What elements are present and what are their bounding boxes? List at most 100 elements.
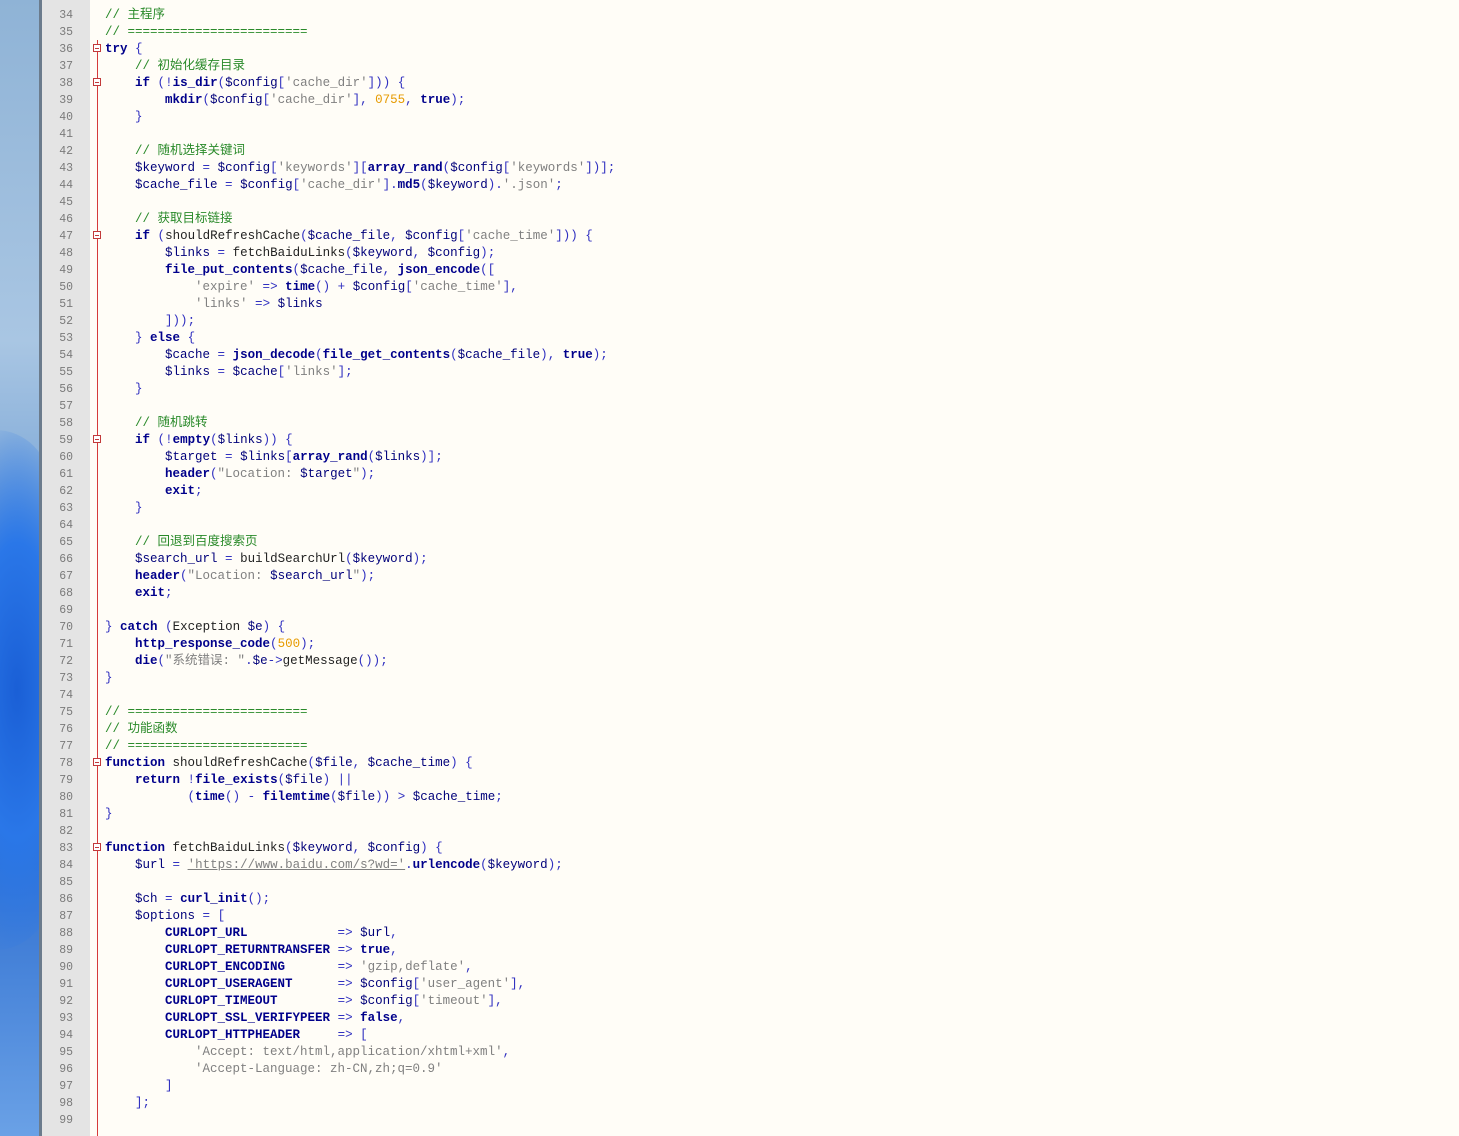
code-text[interactable]: $url = 'https://www.baidu.com/s?wd='.url… (105, 857, 563, 874)
code-text[interactable]: mkdir($config['cache_dir'], 0755, true); (105, 92, 465, 109)
code-text[interactable]: header("Location: $target"); (105, 466, 375, 483)
code-text[interactable]: // ======================== (105, 24, 308, 41)
code-text[interactable]: file_put_contents($cache_file, json_enco… (105, 262, 495, 279)
code-line[interactable]: 75 // ======================== (0, 704, 1459, 721)
code-text[interactable]: 'Accept-Language: zh-CN,zh;q=0.9' (105, 1061, 443, 1078)
code-line[interactable]: 78 function shouldRefreshCache($file, $ca… (0, 755, 1459, 772)
code-text[interactable]: function shouldRefreshCache($file, $cach… (105, 755, 473, 772)
code-text[interactable]: // 回退到百度搜索页 (105, 534, 258, 551)
code-line[interactable]: 94 CURLOPT_HTTPHEADER => [ (0, 1027, 1459, 1044)
code-text[interactable]: function fetchBaiduLinks($keyword, $conf… (105, 840, 443, 857)
code-text[interactable]: } (105, 670, 113, 687)
code-line[interactable]: 43 $keyword = $config['keywords'][array_… (0, 160, 1459, 177)
code-line[interactable]: 34 // 主程序 (0, 7, 1459, 24)
code-line[interactable]: 64 (0, 517, 1459, 534)
code-text[interactable]: $options = [ (105, 908, 225, 925)
code-line[interactable]: 62 exit; (0, 483, 1459, 500)
code-text[interactable]: } (105, 500, 143, 517)
code-line[interactable]: 95 'Accept: text/html,application/xhtml+… (0, 1044, 1459, 1061)
code-text[interactable]: } catch (Exception $e) { (105, 619, 285, 636)
code-line[interactable]: 60 $target = $links[array_rand($links)]; (0, 449, 1459, 466)
code-text[interactable]: header("Location: $search_url"); (105, 568, 375, 585)
code-line[interactable]: 44 $cache_file = $config['cache_dir'].md… (0, 177, 1459, 194)
fold-toggle-icon[interactable] (93, 843, 101, 851)
code-line[interactable]: 88 CURLOPT_URL => $url, (0, 925, 1459, 942)
code-line[interactable]: 39 mkdir($config['cache_dir'], 0755, tru… (0, 92, 1459, 109)
code-text[interactable]: $ch = curl_init(); (105, 891, 270, 908)
code-text[interactable]: // 随机跳转 (105, 415, 208, 432)
code-text[interactable]: $cache = json_decode(file_get_contents($… (105, 347, 608, 364)
code-text[interactable]: (time() - filemtime($file)) > $cache_tim… (105, 789, 503, 806)
code-text[interactable]: // 随机选择关键词 (105, 143, 245, 160)
code-text[interactable]: // 主程序 (105, 7, 165, 24)
code-text[interactable]: CURLOPT_ENCODING => 'gzip,deflate', (105, 959, 473, 976)
code-line[interactable]: 80 (time() - filemtime($file)) > $cache_… (0, 789, 1459, 806)
code-line[interactable]: 77 // ======================== (0, 738, 1459, 755)
code-line[interactable]: 72 die("系统错误: ".$e->getMessage()); (0, 653, 1459, 670)
code-line[interactable]: 56 } (0, 381, 1459, 398)
code-line[interactable]: 53 } else { (0, 330, 1459, 347)
code-text[interactable]: // 功能函数 (105, 721, 178, 738)
code-line[interactable]: 96 'Accept-Language: zh-CN,zh;q=0.9' (0, 1061, 1459, 1078)
code-line[interactable]: 55 $links = $cache['links']; (0, 364, 1459, 381)
code-line[interactable]: 58 // 随机跳转 (0, 415, 1459, 432)
code-line[interactable]: 41 (0, 126, 1459, 143)
code-text[interactable]: return !file_exists($file) || (105, 772, 353, 789)
code-line[interactable]: 42 // 随机选择关键词 (0, 143, 1459, 160)
fold-toggle-icon[interactable] (93, 231, 101, 239)
code-editor[interactable]: 34 // 主程序 35 // ======================== 36 t… (0, 0, 1459, 1136)
code-line[interactable]: 59 if (!empty($links)) { (0, 432, 1459, 449)
code-text[interactable]: CURLOPT_TIMEOUT => $config['timeout'], (105, 993, 503, 1010)
code-line[interactable]: 68 exit; (0, 585, 1459, 602)
code-line[interactable]: 65 // 回退到百度搜索页 (0, 534, 1459, 551)
code-text[interactable]: // ======================== (105, 704, 308, 721)
code-line[interactable]: 36 try { (0, 41, 1459, 58)
code-text[interactable]: 'links' => $links (105, 296, 323, 313)
code-line[interactable]: 84 $url = 'https://www.baidu.com/s?wd='.… (0, 857, 1459, 874)
code-text[interactable]: } else { (105, 330, 195, 347)
fold-toggle-icon[interactable] (93, 758, 101, 766)
code-text[interactable]: // ======================== (105, 738, 308, 755)
code-text[interactable]: if (shouldRefreshCache($cache_file, $con… (105, 228, 593, 245)
code-text[interactable]: 'expire' => time() + $config['cache_time… (105, 279, 518, 296)
code-text[interactable]: if (!empty($links)) { (105, 432, 293, 449)
fold-toggle-icon[interactable] (93, 435, 101, 443)
code-line[interactable]: 91 CURLOPT_USERAGENT => $config['user_ag… (0, 976, 1459, 993)
code-line[interactable]: 40 } (0, 109, 1459, 126)
fold-toggle-icon[interactable] (93, 44, 101, 52)
code-line[interactable]: 81} (0, 806, 1459, 823)
code-text[interactable]: ] (105, 1078, 173, 1095)
code-text[interactable]: $links = fetchBaiduLinks($keyword, $conf… (105, 245, 495, 262)
code-text[interactable]: CURLOPT_RETURNTRANSFER => true, (105, 942, 398, 959)
code-line[interactable]: 93 CURLOPT_SSL_VERIFYPEER => false, (0, 1010, 1459, 1027)
code-line[interactable]: 51 'links' => $links (0, 296, 1459, 313)
code-line[interactable]: 47 if (shouldRefreshCache($cache_file, $… (0, 228, 1459, 245)
code-text[interactable]: } (105, 381, 143, 398)
code-line[interactable]: 70} catch (Exception $e) { (0, 619, 1459, 636)
code-line[interactable]: 86 $ch = curl_init(); (0, 891, 1459, 908)
code-line[interactable]: 90 CURLOPT_ENCODING => 'gzip,deflate', (0, 959, 1459, 976)
code-text[interactable]: 'Accept: text/html,application/xhtml+xml… (105, 1044, 510, 1061)
code-line[interactable]: 52 ])); (0, 313, 1459, 330)
code-line[interactable]: 46 // 获取目标链接 (0, 211, 1459, 228)
code-text[interactable]: $cache_file = $config['cache_dir'].md5($… (105, 177, 563, 194)
code-text[interactable]: } (105, 806, 113, 823)
code-text[interactable]: } (105, 109, 143, 126)
code-line[interactable]: 82 (0, 823, 1459, 840)
code-text[interactable]: http_response_code(500); (105, 636, 315, 653)
code-line[interactable]: 89 CURLOPT_RETURNTRANSFER => true, (0, 942, 1459, 959)
code-line[interactable]: 69 (0, 602, 1459, 619)
code-text[interactable]: // 初始化缓存目录 (105, 58, 245, 75)
code-line[interactable]: 49 file_put_contents($cache_file, json_e… (0, 262, 1459, 279)
code-line[interactable]: 67 header("Location: $search_url"); (0, 568, 1459, 585)
code-text[interactable]: die("系统错误: ".$e->getMessage()); (105, 653, 388, 670)
code-text[interactable]: exit; (105, 483, 203, 500)
code-text[interactable]: $keyword = $config['keywords'][array_ran… (105, 160, 615, 177)
code-line[interactable]: 48 $links = fetchBaiduLinks($keyword, $c… (0, 245, 1459, 262)
code-line[interactable]: 71 http_response_code(500); (0, 636, 1459, 653)
code-line[interactable]: 92 CURLOPT_TIMEOUT => $config['timeout']… (0, 993, 1459, 1010)
code-text[interactable]: CURLOPT_SSL_VERIFYPEER => false, (105, 1010, 405, 1027)
code-line[interactable]: 35 // ======================== (0, 24, 1459, 41)
code-line[interactable]: 99 (0, 1112, 1459, 1129)
code-text[interactable]: try { (105, 41, 143, 58)
